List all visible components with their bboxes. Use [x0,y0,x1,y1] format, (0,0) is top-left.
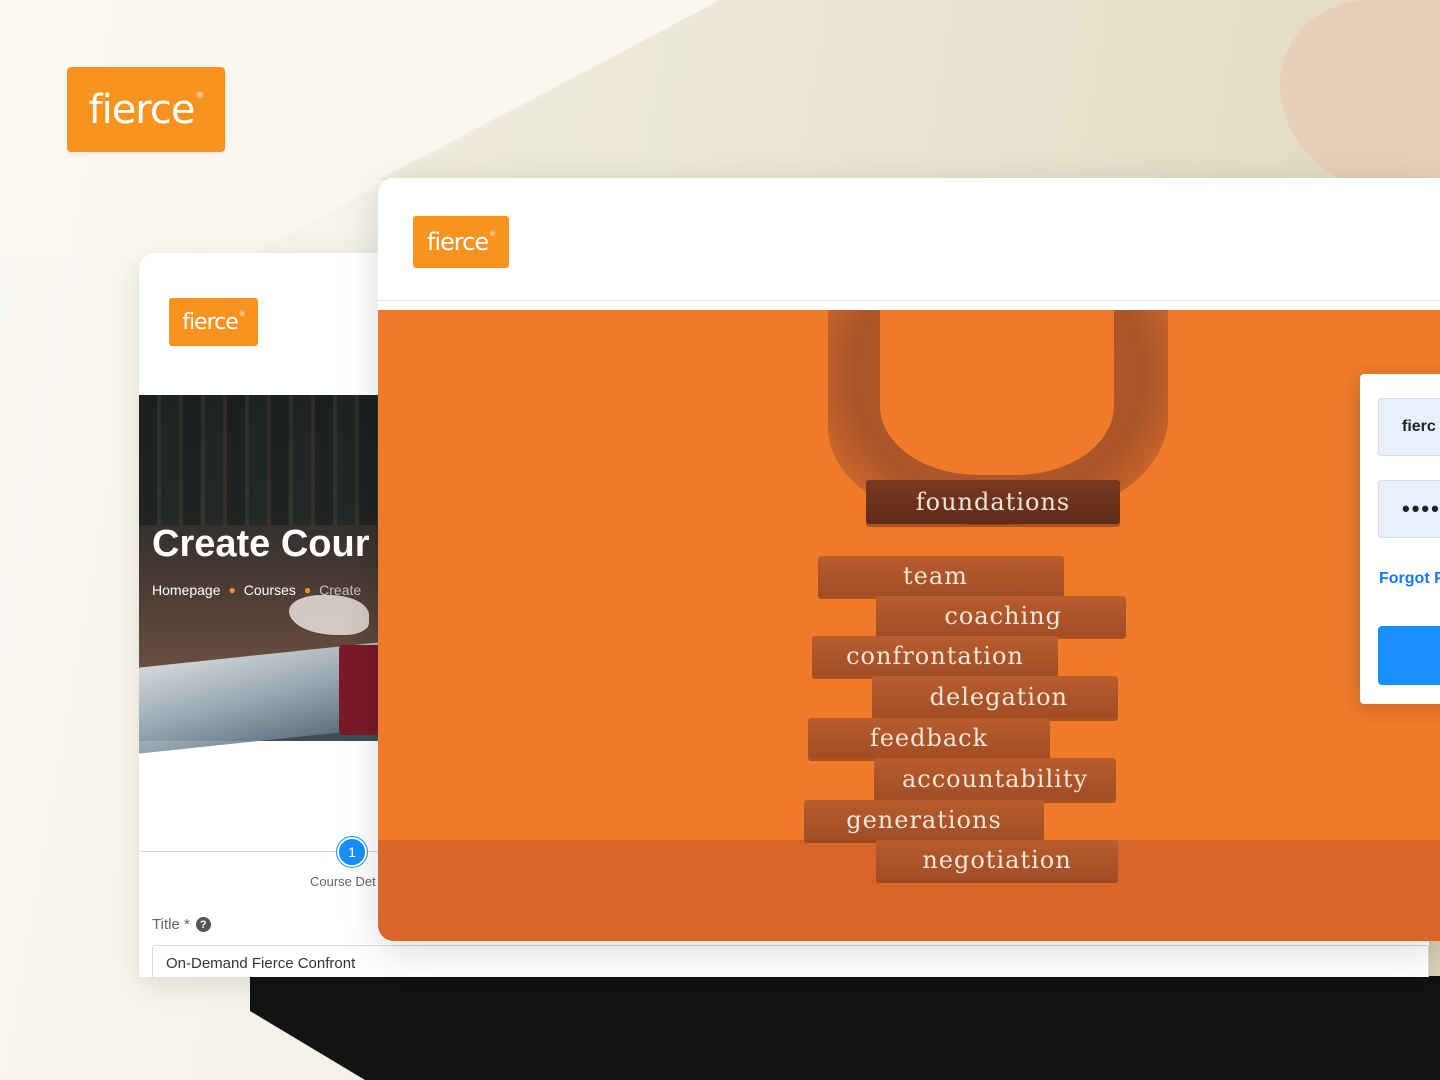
brand-logo: fierce ® [67,67,225,152]
hero-block-negotiation: negotiation [876,840,1118,880]
hero-image: foundations team coaching confrontation … [378,310,1440,941]
title-label-text: Title * [152,916,190,933]
logo-text: fierce [182,309,239,335]
breadcrumb-courses[interactable]: Courses [244,582,296,598]
hero-block-generations: generations [804,800,1044,840]
hand-image-gap [880,310,1114,475]
login-card: Forgot P [1360,374,1440,704]
forgot-password-link[interactable]: Forgot P [1379,570,1440,588]
logo-text: fierce [88,86,196,133]
registered-mark: ® [195,90,204,101]
title-field-label: Title * ? [152,916,211,933]
help-icon[interactable]: ? [195,917,211,932]
stepper-step-1[interactable]: 1 [337,837,367,867]
header-logo[interactable]: fierce ® [169,298,258,346]
registered-mark: ® [238,310,246,318]
stepper-step-label: Course Det [310,874,376,889]
breadcrumb-separator: ● [303,583,312,597]
logo-text: fierce [426,228,489,256]
header-divider [378,300,1440,301]
page-title: Create Cour [152,523,370,565]
dark-background-panel [250,976,1440,1080]
hero-block-team: team [818,556,1064,596]
breadcrumb-current: Create [319,582,362,598]
hero-block-feedback: feedback [808,718,1050,758]
hero-block-confrontation: confrontation [812,636,1058,676]
breadcrumb-homepage[interactable]: Homepage [152,582,221,598]
hero-block-foundations: foundations [866,480,1120,524]
banner-bookshelf-image [139,395,399,525]
title-input[interactable] [152,945,1429,977]
login-window: fierce ® foundations team coaching confro… [378,178,1440,941]
registered-mark: ® [489,230,496,238]
page-banner [139,395,399,754]
username-input[interactable] [1378,398,1440,456]
header-logo[interactable]: fierce ® [413,216,509,268]
breadcrumb: Homepage ● Courses ● Create [152,582,361,598]
hero-block-delegation: delegation [872,676,1118,718]
banner-paper-image [289,595,369,635]
breadcrumb-separator: ● [228,583,236,597]
login-button[interactable] [1378,626,1440,685]
hero-block-accountability: accountability [874,758,1116,800]
password-input[interactable] [1378,480,1440,538]
hero-block-coaching: coaching [876,596,1126,636]
